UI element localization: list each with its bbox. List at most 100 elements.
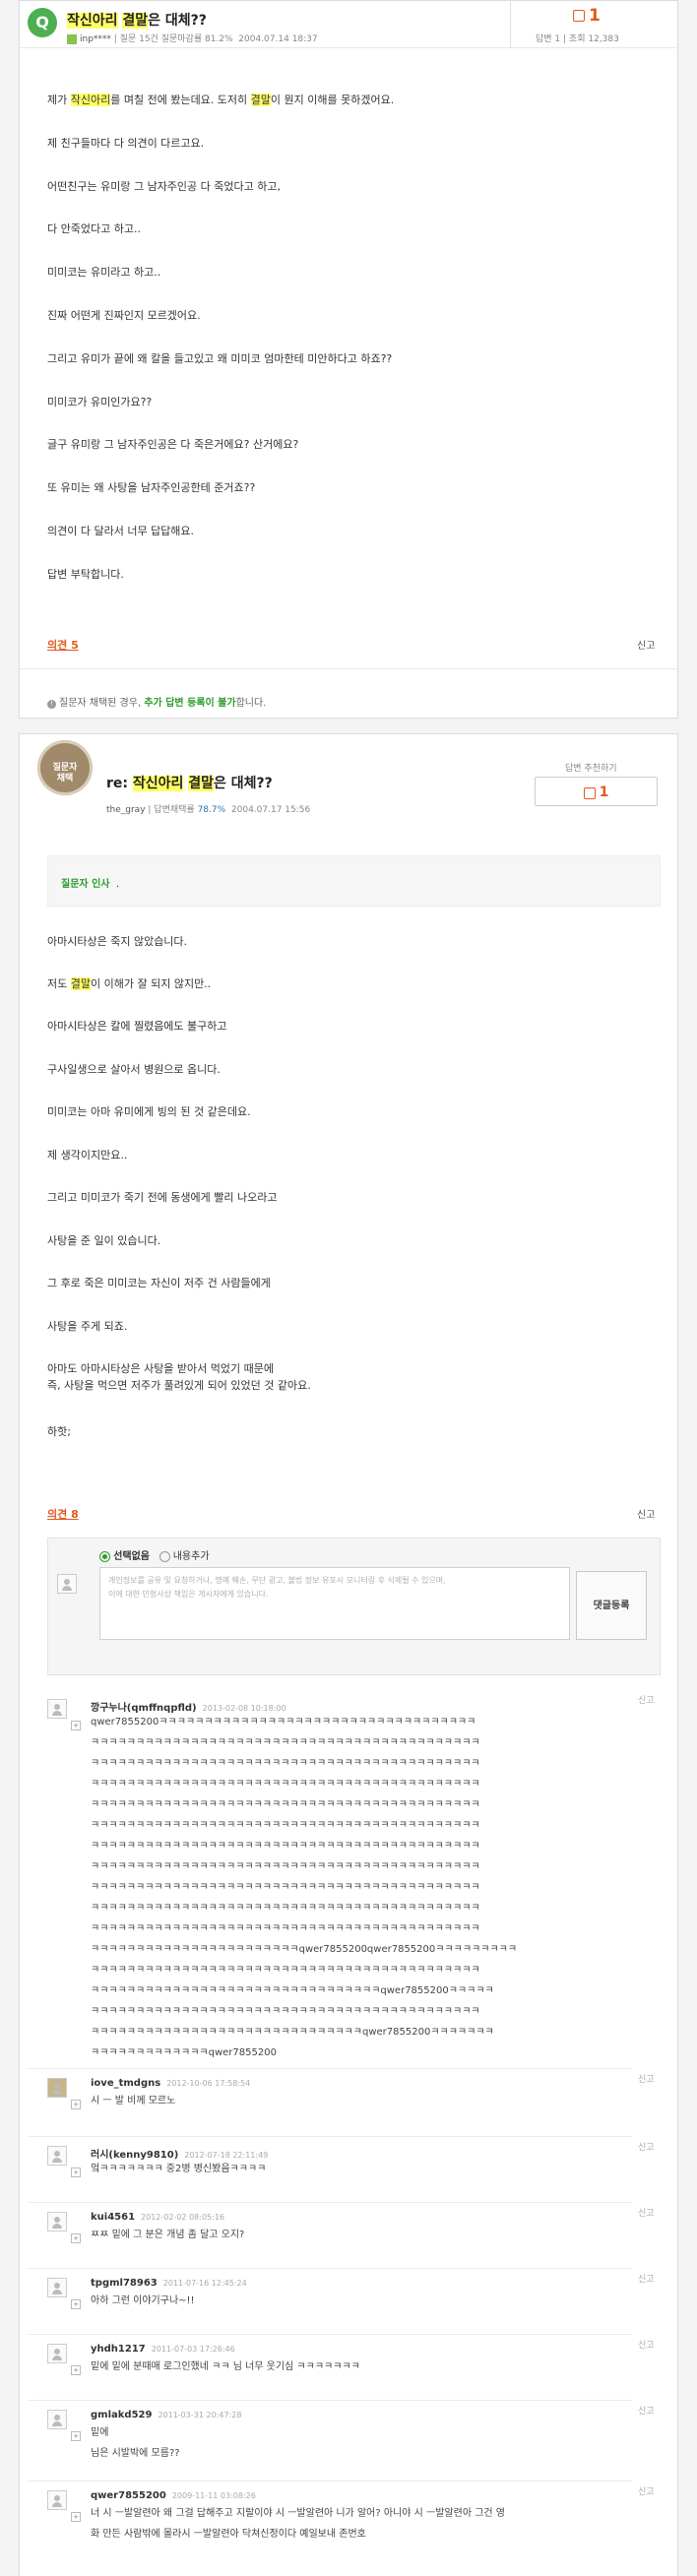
answer-paragraph: 즉, 사탕을 먹으면 저주가 풀려있게 되어 있었던 것 같아요. [47, 1379, 311, 1392]
comment-author[interactable]: tpgml78963 2011-07-16 12:45:24 [91, 2278, 247, 2289]
question-paragraph: 미미코는 유미라고 하고.. [47, 266, 161, 280]
comment-text-line: ㅋㅋㅋㅋㅋㅋㅋㅋㅋㅋㅋㅋㅋㅋㅋㅋㅋㅋㅋㅋㅋㅋㅋㅋㅋㅋㅋㅋㅋㅋㅋㅋㅋㅋㅋㅋㅋㅋㅋㅋ… [91, 1820, 480, 1831]
answer-paragraph: 그리고 미미코가 죽기 전에 동생에게 빨리 나오라고 [47, 1191, 278, 1204]
comment-date: 2012-07-18 22:11:49 [184, 2151, 269, 2160]
comment-author[interactable]: kui4561 2012-02-02 08:05:16 [91, 2212, 224, 2223]
comment-author-name[interactable]: gmlakd529 [91, 2410, 152, 2420]
answer-user[interactable]: the_gray [106, 805, 146, 815]
comment-date: 2012-10-06 17:58:54 [166, 2079, 251, 2088]
reply-type-options: 선택없음 내용추가 [99, 1547, 210, 1562]
answer-paragraph: 그 후로 죽은 미미코는 자신이 저주 건 사람들에게 [47, 1277, 271, 1289]
comment-avatar-icon [47, 2410, 67, 2429]
selection-notice: ! 질문자 채택된 경우, 추가 답변 등록이 불가합니다. [47, 694, 266, 709]
comment-author-name[interactable]: tpgml78963 [91, 2278, 158, 2289]
comment-text-line: 엌ㅋㅋㅋㅋㅋㅋㅋ 중2병 병신봤음ㅋㅋㅋㅋ [91, 2164, 267, 2174]
question-paragraph: 진짜 어떤게 진짜인지 모르겠어요. [47, 309, 201, 322]
comment-text-line: ㅋㅋㅋㅋㅋㅋㅋㅋㅋㅋㅋㅋㅋㅋㅋㅋㅋㅋㅋㅋㅋㅋㅋㅋㅋㅋㅋㅋㅋㅋㅋㅋㅋㅋㅋㅋㅋㅋㅋㅋ… [91, 1737, 480, 1748]
comment-divider [28, 2068, 632, 2069]
reply-submit-button[interactable]: 댓글등록 [576, 1571, 647, 1640]
comment-divider [28, 2400, 632, 2401]
radio-none[interactable] [99, 1550, 110, 1562]
comment-author-name[interactable]: kui4561 [91, 2212, 135, 2223]
answer-paragraph: 사탕을 준 일이 있습니다. [47, 1234, 161, 1247]
radio-add[interactable] [158, 1550, 170, 1562]
comment-avatar-icon [47, 2490, 67, 2510]
comment-date: 2011-03-31 20:47:28 [158, 2411, 242, 2419]
question-opinion-link[interactable]: 의견 5 [47, 637, 79, 653]
question-report-button[interactable]: 신고 [637, 637, 655, 652]
comment-text-line: ㅋㅋㅋㅋㅋㅋㅋㅋㅋㅋㅋㅋㅋㅋㅋㅋㅋㅋㅋㅋㅋㅋㅋㅋㅋㅋㅋㅋㅋㅋㅋㅋㅋㅋㅋㅋㅋㅋㅋㅋ… [91, 1799, 480, 1810]
question-user[interactable]: inp**** [80, 34, 111, 44]
comment-report-button[interactable]: 신고 [638, 2484, 655, 2497]
comment-report-button[interactable]: 신고 [638, 2338, 655, 2351]
comment-text-line: 밑에 밑에 분때매 로그인했네 ㅋㅋ 님 너무 웃기심 ㅋㅋㅋㅋㅋㅋㅋ [91, 2361, 360, 2372]
comment-author-name[interactable]: yhdh1217 [91, 2344, 146, 2355]
comment-text-line: ㅋㅋㅋㅋㅋㅋㅋㅋㅋㅋㅋㅋㅋㅋㅋㅋㅋㅋㅋㅋㅋㅋㅋㅋㅋㅋㅋㅋㅋㅋㅋㅋㅋㅋㅋㅋㅋㅋㅋㅋ… [91, 1882, 480, 1893]
question-vote[interactable]: 1 [573, 6, 601, 26]
answer-paragraph: 저도 결말이 이해가 잘 되지 않지만.. [47, 977, 212, 990]
comment-author[interactable]: 깡구누나(qmffnqpfld) 2013-02-08 10:18:00 [91, 1699, 286, 1714]
comment-author[interactable]: gmlakd529 2011-03-31 20:47:28 [91, 2410, 241, 2420]
question-meta: inp**** | 질문 15건 질문마감률 81.2% 2004.07.14 … [67, 31, 318, 44]
comment-text-line: qwer7855200ㅋㅋㅋㅋㅋㅋㅋㅋㅋㅋㅋㅋㅋㅋㅋㅋㅋㅋㅋㅋㅋㅋㅋㅋㅋㅋㅋㅋㅋ… [91, 1717, 476, 1728]
vote-divider [510, 0, 511, 47]
thumbs-up-icon [573, 10, 585, 22]
question-paragraph: 의견이 다 달라서 너무 답답해요. [47, 525, 195, 537]
question-paragraph: 글구 유미랑 그 남자주인공은 다 죽은거에요? 산거에요? [47, 438, 299, 452]
expand-plus-icon[interactable]: + [71, 2168, 81, 2177]
comment-text-line: 아하 그런 이야기구나~!! [91, 2295, 195, 2306]
my-avatar-icon [57, 1574, 77, 1594]
comment-text-line: 화 만든 사람밖에 몰라시 ㅡ발알련아 닥쳐신정이다 예일보내 존번호 [91, 2529, 366, 2540]
comment-text-line: ㅋㅋㅋㅋㅋㅋㅋㅋㅋㅋㅋㅋㅋㅋㅋㅋㅋㅋㅋㅋㅋㅋㅋㅋㅋㅋㅋㅋㅋㅋㅋㅋㅋㅋㅋㅋㅋㅋㅋㅋ… [91, 2006, 480, 2017]
thumbs-up-icon [583, 787, 596, 799]
question-paragraph: 제가 작신아리를 며칠 전에 봤는데요. 도저히 결말이 뭔지 이해를 못하겠어… [47, 94, 395, 106]
comment-author-name[interactable]: qwer7855200 [91, 2490, 166, 2501]
comment-report-button[interactable]: 신고 [638, 2206, 655, 2219]
answer-paragraph: 아마도 아마시타상은 사탕을 받아서 먹었기 때문에 [47, 1362, 275, 1375]
notice-divider [20, 668, 677, 669]
recommend-label: 답변 추천하기 [565, 764, 617, 774]
comment-date: 2009-11-11 03:08:26 [171, 2491, 256, 2500]
expand-plus-icon[interactable]: + [71, 2365, 81, 2375]
answer-report-button[interactable]: 신고 [637, 1506, 655, 1521]
answer-opinion-link[interactable]: 의견 8 [47, 1506, 79, 1522]
comment-divider [28, 2481, 632, 2482]
question-badge: Q [28, 8, 57, 37]
comment-avatar-icon [47, 2212, 67, 2231]
comment-date: 2012-02-02 08:05:16 [141, 2213, 224, 2222]
expand-plus-icon[interactable]: + [71, 2512, 81, 2522]
comment-author[interactable]: iove_tmdgns 2012-10-06 17:58:54 [91, 2078, 250, 2089]
comment-report-button[interactable]: 신고 [638, 2072, 655, 2085]
answer-meta: the_gray | 답변채택률 78.7% 2004.07.17 15:56 [106, 805, 311, 815]
chosen-badge-text: 질문자 채택 [52, 763, 78, 784]
comment-author[interactable]: 러시(kenny9810) 2012-07-18 22:11:49 [91, 2146, 268, 2161]
comment-text-line: 시 ㅡ 발 비께 모르노 [91, 2096, 176, 2106]
comment-author[interactable]: yhdh1217 2011-07-03 17:26:46 [91, 2344, 235, 2355]
expand-plus-icon[interactable]: + [71, 2233, 81, 2243]
answer-paragraph: 아마시타상은 죽지 않았습니다. [47, 935, 188, 948]
question-stats: 답변 1 | 조회 12,383 [536, 34, 619, 44]
expand-plus-icon[interactable]: + [71, 2299, 81, 2309]
comment-report-button[interactable]: 신고 [638, 2404, 655, 2417]
reply-textarea[interactable]: 개인정보를 공유 및 요청하거나, 명예 훼손, 무단 광고, 불법 정보 유포… [99, 1567, 570, 1640]
comment-report-button[interactable]: 신고 [638, 2272, 655, 2285]
answer-paragraph: 하핫; [47, 1425, 71, 1438]
comment-author[interactable]: qwer7855200 2009-11-11 03:08:26 [91, 2490, 256, 2501]
recommend-button[interactable]: 1 [535, 777, 658, 806]
info-icon: ! [47, 700, 56, 709]
question-paragraph: 제 친구들마다 다 의견이 다르고요. [47, 136, 205, 150]
question-paragraph: 다 안죽었다고 하고.. [47, 222, 141, 236]
comment-text-line: 너 시 ㅡ발알련아 왜 그걸 답해주고 지랄이야 시 ㅡ발알련아 니가 알어? … [91, 2508, 505, 2519]
question-paragraph: 미미코가 유미인가요?? [47, 395, 153, 408]
comment-text-line: 밑에 [91, 2427, 109, 2438]
comment-text-line: 님은 시발박에 모름?? [91, 2448, 180, 2459]
comment-date: 2013-02-08 10:18:00 [202, 1704, 286, 1713]
expand-plus-icon[interactable]: + [71, 2100, 81, 2109]
comment-avatar-icon [47, 2146, 67, 2166]
comment-report-button[interactable]: 신고 [638, 2140, 655, 2153]
expand-plus-icon[interactable]: + [71, 2431, 81, 2441]
expand-plus-icon[interactable]: + [71, 1721, 81, 1730]
comment-report-button[interactable]: 신고 [638, 1693, 655, 1706]
comment-text-line: ㅋㅋㅋㅋㅋㅋㅋㅋㅋㅋㅋㅋㅋㅋㅋㅋㅋㅋㅋㅋㅋㅋㅋqwer7855200qwer78… [91, 1944, 518, 1955]
comment-author-name[interactable]: iove_tmdgns [91, 2078, 160, 2089]
